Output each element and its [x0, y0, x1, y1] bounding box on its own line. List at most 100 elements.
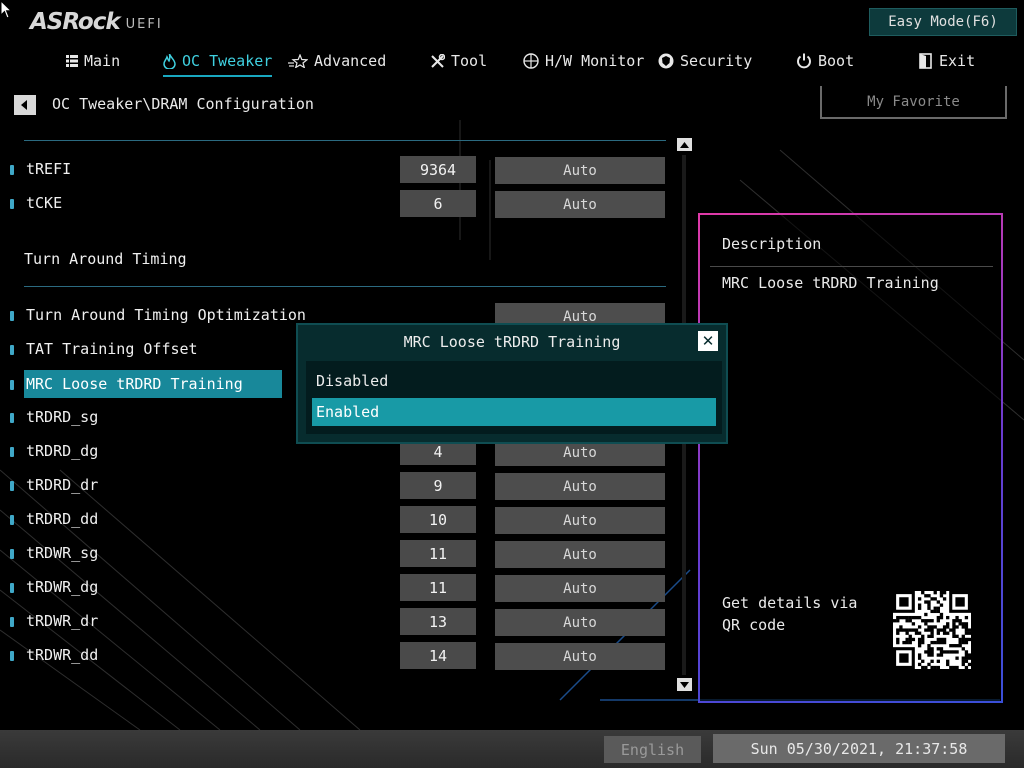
divider	[710, 266, 993, 267]
easy-mode-button[interactable]: Easy Mode(F6)	[869, 8, 1017, 36]
description-text: MRC Loose tRDRD Training	[722, 274, 939, 292]
option-disabled[interactable]: Disabled	[312, 367, 716, 395]
qr-caption: Get details via QR code	[722, 594, 858, 634]
tab-exit[interactable]: Exit	[919, 46, 975, 76]
tab-security-label: Security	[680, 52, 753, 70]
tab-exit-label: Exit	[939, 52, 976, 70]
star-icon	[288, 54, 308, 68]
tab-boot[interactable]: Boot	[796, 46, 854, 76]
setting-label: tRDWR_dr	[26, 612, 99, 630]
tab-main-label: Main	[84, 52, 121, 70]
row-bullet	[10, 583, 14, 593]
scroll-down-button[interactable]	[677, 678, 692, 691]
setting-value-field[interactable]: 11	[400, 574, 476, 601]
tab-tool-label: Tool	[451, 52, 488, 70]
row-bullet	[10, 515, 14, 525]
row-bullet	[10, 447, 14, 457]
flame-icon	[163, 53, 176, 69]
setting-row-tcke[interactable]: tCKE 6 Auto	[10, 189, 670, 219]
mouse-cursor-icon	[0, 0, 12, 19]
setting-mode-dropdown[interactable]: Auto	[495, 507, 665, 534]
setting-row-trdrd-dr[interactable]: tRDRD_dr 9 Auto	[10, 471, 670, 501]
tab-hw-monitor[interactable]: H/W Monitor	[523, 46, 644, 76]
setting-row-trdrd-dd[interactable]: tRDRD_dd 10 Auto	[10, 505, 670, 535]
setting-label: tRDWR_sg	[26, 544, 99, 562]
tab-main[interactable]: Main	[66, 46, 120, 76]
setting-label: tRDRD_sg	[26, 408, 99, 426]
close-icon: ✕	[701, 332, 715, 350]
setting-label: tRDRD_dd	[26, 510, 99, 528]
row-bullet	[10, 165, 14, 175]
main-tabs: Main OC Tweaker Advanced Tool H/W Monito…	[0, 46, 1024, 77]
setting-mode-dropdown[interactable]: Auto	[495, 191, 665, 218]
divider	[24, 286, 666, 287]
back-arrow-icon	[21, 100, 27, 110]
scroll-up-button[interactable]	[677, 138, 692, 151]
row-bullet	[10, 549, 14, 559]
tab-advanced[interactable]: Advanced	[288, 46, 386, 76]
tab-security[interactable]: Security	[658, 46, 752, 76]
back-button[interactable]	[14, 95, 36, 115]
my-favorite-button[interactable]: My Favorite	[820, 86, 1007, 119]
setting-label: tRDWR_dd	[26, 646, 99, 664]
setting-row-trdwr-dg[interactable]: tRDWR_dg 11 Auto	[10, 573, 670, 603]
brand-suffix: UEFI	[125, 17, 163, 32]
setting-label: tREFI	[26, 160, 72, 178]
setting-mode-dropdown[interactable]: Auto	[495, 157, 665, 184]
setting-value-field[interactable]: 9364	[400, 156, 476, 183]
setting-mode-dropdown[interactable]: Auto	[495, 575, 665, 602]
setting-label: MRC Loose tRDRD Training	[24, 370, 282, 398]
setting-mode-dropdown[interactable]: Auto	[495, 643, 665, 670]
option-popup: MRC Loose tRDRD Training ✕ Disabled Enab…	[296, 323, 728, 444]
divider	[24, 140, 666, 141]
setting-row-trdwr-dd[interactable]: tRDWR_dd 14 Auto	[10, 641, 670, 671]
setting-label: Turn Around Timing Optimization	[26, 306, 306, 324]
row-bullet	[10, 199, 14, 209]
setting-mode-dropdown[interactable]: Auto	[495, 473, 665, 500]
setting-value-field[interactable]: 6	[400, 190, 476, 217]
row-bullet	[10, 311, 14, 321]
setting-mode-dropdown[interactable]: Auto	[495, 609, 665, 636]
close-button[interactable]: ✕	[698, 331, 718, 351]
tools-icon	[430, 53, 445, 69]
qr-code	[893, 591, 972, 670]
tab-oc-tweaker-label: OC Tweaker	[182, 52, 273, 70]
exit-icon	[919, 53, 933, 69]
list-icon	[66, 55, 78, 67]
monitor-icon	[523, 53, 539, 69]
setting-row-trdwr-dr[interactable]: tRDWR_dr 13 Auto	[10, 607, 670, 637]
setting-value-field[interactable]: 11	[400, 540, 476, 567]
setting-value-field[interactable]: 9	[400, 472, 476, 499]
row-bullet	[10, 413, 14, 423]
setting-row-trdwr-sg[interactable]: tRDWR_sg 11 Auto	[10, 539, 670, 569]
section-title: Turn Around Timing	[24, 250, 187, 268]
row-bullet	[10, 481, 14, 491]
setting-label: tRDRD_dr	[26, 476, 99, 494]
option-enabled[interactable]: Enabled	[312, 398, 716, 426]
setting-value-field[interactable]: 10	[400, 506, 476, 533]
description-panel: Description MRC Loose tRDRD Training Get…	[698, 213, 1003, 703]
setting-label: tCKE	[26, 194, 63, 212]
date-time-display: Sun 05/30/2021, 21:37:58	[713, 734, 1005, 763]
setting-mode-dropdown[interactable]: Auto	[495, 541, 665, 568]
setting-row-trefi[interactable]: tREFI 9364 Auto	[10, 155, 670, 185]
row-bullet	[10, 651, 14, 661]
row-bullet	[10, 617, 14, 627]
popup-title: MRC Loose tRDRD Training	[403, 333, 621, 351]
tab-tool[interactable]: Tool	[430, 46, 487, 76]
setting-label: tRDRD_dg	[26, 442, 99, 460]
tab-hw-monitor-label: H/W Monitor	[545, 52, 645, 70]
asrock-logo: ASRock UEFI	[30, 9, 163, 35]
language-button[interactable]: English	[604, 736, 701, 763]
power-icon	[796, 53, 812, 69]
setting-value-field[interactable]: 13	[400, 608, 476, 635]
setting-label: tRDWR_dg	[26, 578, 99, 596]
description-title: Description	[722, 235, 822, 253]
setting-label: TAT Training Offset	[26, 340, 198, 358]
setting-value-field[interactable]: 14	[400, 642, 476, 669]
tab-boot-label: Boot	[818, 52, 855, 70]
arrow-up-icon	[680, 141, 689, 148]
brand-name: ASRock	[30, 9, 121, 35]
tab-oc-tweaker[interactable]: OC Tweaker	[163, 46, 273, 77]
row-bullet	[10, 345, 14, 355]
